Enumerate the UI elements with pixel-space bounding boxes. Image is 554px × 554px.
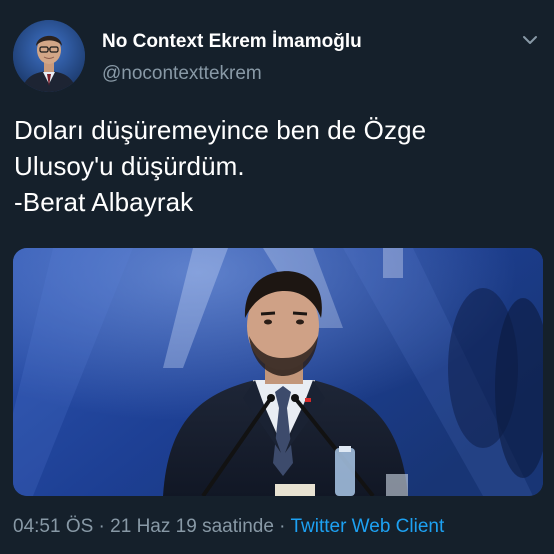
- tweet-date[interactable]: 21 Haz 19 saatinde: [110, 516, 274, 537]
- meta-separator: ·: [273, 516, 291, 537]
- user-handle[interactable]: @nocontexttekrem: [102, 63, 494, 85]
- tweet-text-line: -Berat Albayrak: [14, 187, 194, 217]
- tweet-time[interactable]: 04:51 ÖS: [13, 516, 93, 537]
- author-block: No Context Ekrem İmamoğlu @nocontexttekr…: [102, 30, 494, 85]
- source-link[interactable]: Twitter Web Client: [290, 516, 444, 537]
- chevron-down-icon[interactable]: [520, 33, 540, 47]
- tweet-text-line: Doları düşüremeyince ben de Özge: [14, 115, 427, 145]
- tweet-meta: 04:51 ÖS · 21 Haz 19 saatinde · Twitter …: [13, 516, 444, 538]
- display-name[interactable]: No Context Ekrem İmamoğlu: [102, 30, 494, 54]
- meta-separator: ·: [93, 516, 111, 537]
- tweet-card: No Context Ekrem İmamoğlu @nocontexttekr…: [0, 0, 554, 554]
- tweet-media-photo[interactable]: [13, 248, 543, 496]
- tweet-text: Doları düşüremeyince ben de Özge Ulusoy'…: [14, 112, 544, 220]
- avatar[interactable]: [13, 20, 85, 92]
- tweet-text-line: Ulusoy'u düşürdüm.: [14, 151, 245, 181]
